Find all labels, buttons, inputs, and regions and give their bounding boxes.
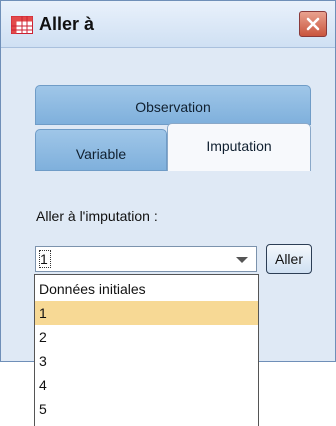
imputation-combobox[interactable]: 1	[35, 246, 257, 272]
tab-strip: Observation Variable Imputation	[35, 85, 311, 171]
table-grid-icon	[11, 16, 33, 34]
tab-imputation[interactable]: Imputation	[167, 123, 311, 171]
dropdown-option[interactable]: Données initiales	[35, 277, 258, 301]
dropdown-list[interactable]: Données initiales 1 2 3 4 5	[34, 274, 259, 426]
title-bar[interactable]: Aller à	[1, 1, 335, 48]
aller-button[interactable]: Aller	[266, 244, 312, 274]
combo-value: 1	[39, 250, 51, 268]
close-button[interactable]	[299, 11, 327, 37]
imputation-label: Aller à l'imputation :	[36, 208, 158, 224]
dropdown-option[interactable]: 4	[35, 373, 258, 397]
dropdown-option-selected[interactable]: 1	[35, 301, 258, 325]
tab-observation[interactable]: Observation	[35, 85, 311, 125]
window-title: Aller à	[39, 14, 95, 34]
close-x-icon	[306, 17, 320, 31]
dropdown-option[interactable]: 2	[35, 325, 258, 349]
chevron-down-icon[interactable]	[236, 257, 248, 263]
dropdown-option[interactable]: 3	[35, 349, 258, 373]
dropdown-option[interactable]: 5	[35, 397, 258, 421]
tab-variable[interactable]: Variable	[35, 129, 167, 171]
